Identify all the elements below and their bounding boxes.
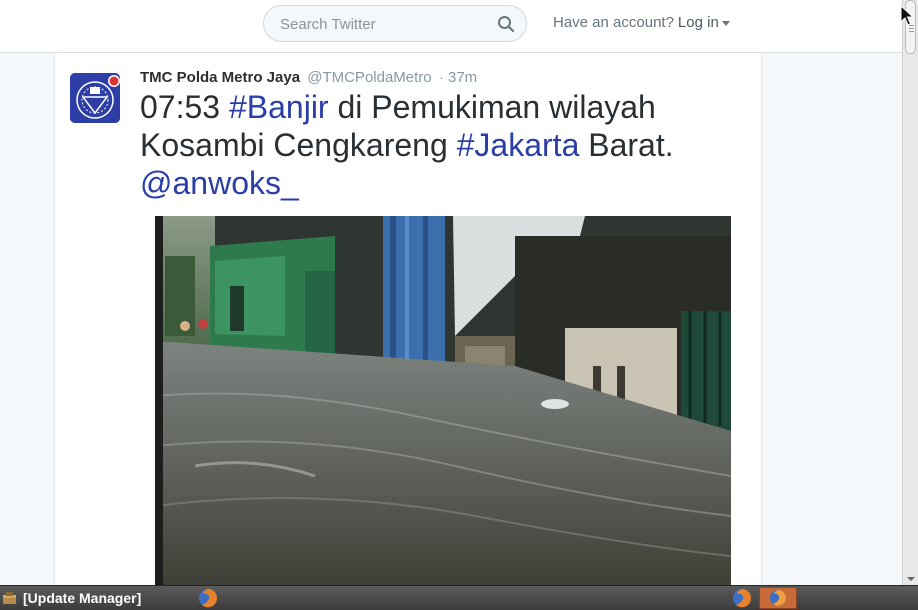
chevron-down-icon[interactable] bbox=[721, 20, 730, 26]
tweet-photo[interactable] bbox=[155, 216, 731, 593]
author-handle[interactable]: @TMCPoldaMetro bbox=[307, 69, 431, 86]
mention-link[interactable]: @anwoks_ bbox=[140, 165, 299, 201]
tweet-header: TMC Polda Metro Jaya @TMCPoldaMetro · 37… bbox=[140, 69, 477, 86]
search-icon[interactable] bbox=[497, 15, 515, 33]
taskbar-active-window[interactable] bbox=[759, 587, 797, 609]
update-manager-icon bbox=[3, 592, 16, 604]
search-input[interactable] bbox=[278, 6, 492, 43]
author-name[interactable]: TMC Polda Metro Jaya bbox=[140, 69, 300, 86]
login-link[interactable]: Log in bbox=[678, 14, 719, 31]
tweet-text-part: 07:53 bbox=[140, 89, 229, 125]
mouse-cursor-icon bbox=[900, 5, 915, 26]
flood-photo-image bbox=[155, 216, 731, 593]
firefox-icon bbox=[770, 590, 786, 606]
hashtag-link[interactable]: #Jakarta bbox=[457, 127, 580, 163]
login-prompt: Have an account? Log in bbox=[553, 14, 730, 31]
taskbar-window-update-manager[interactable]: [Update Manager] bbox=[0, 587, 190, 609]
police-emblem-icon bbox=[70, 73, 120, 123]
firefox-icon[interactable] bbox=[732, 588, 752, 608]
tweet-text-part: Barat. bbox=[579, 127, 674, 163]
avatar[interactable] bbox=[70, 73, 120, 123]
tweet-text: 07:53 #Banjir di Pemukiman wilayah Kosam… bbox=[140, 88, 700, 202]
scroll-down-arrow-icon[interactable] bbox=[907, 577, 915, 581]
taskbar-window-label: [Update Manager] bbox=[23, 590, 142, 606]
taskbar: [Update Manager] bbox=[0, 585, 918, 610]
separator-dot: · bbox=[438, 69, 444, 86]
top-bar: Have an account?Log in bbox=[0, 0, 902, 53]
firefox-icon[interactable] bbox=[198, 588, 218, 608]
vertical-scrollbar[interactable] bbox=[902, 0, 918, 585]
tweet-timestamp[interactable]: 37m bbox=[448, 69, 477, 86]
search-box[interactable] bbox=[263, 5, 527, 43]
account-prompt-text: Have an account? bbox=[553, 14, 674, 31]
hashtag-link[interactable]: #Banjir bbox=[229, 89, 329, 125]
tweet-card: TMC Polda Metro Jaya @TMCPoldaMetro · 37… bbox=[54, 53, 762, 593]
